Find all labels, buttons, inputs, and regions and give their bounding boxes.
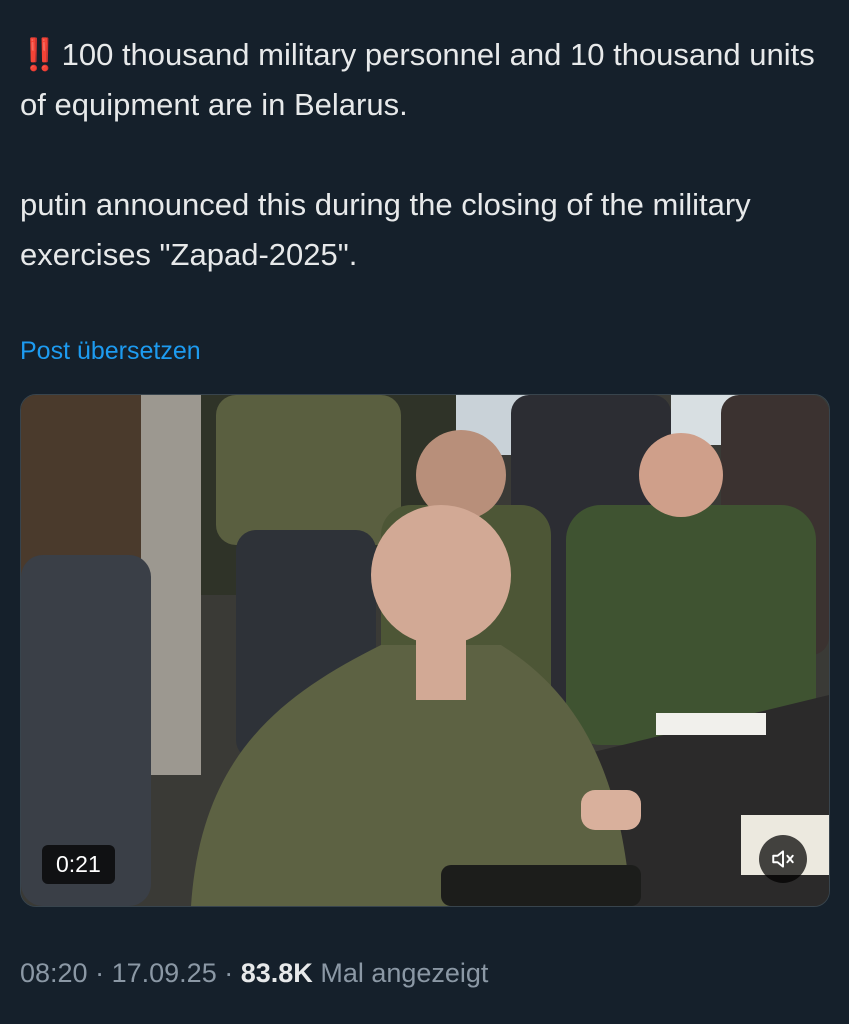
views-label: Mal angezeigt xyxy=(320,958,489,988)
post-line-1: 100 thousand military personnel and 10 t… xyxy=(20,37,824,122)
post-text: ‼️ 100 thousand military personnel and 10… xyxy=(20,30,830,280)
post-date[interactable]: 17.09.25 xyxy=(112,958,217,988)
post-paragraph-1: ‼️ 100 thousand military personnel and 10… xyxy=(20,30,830,130)
video-player[interactable]: 0:21 xyxy=(20,394,830,907)
meta-separator: · xyxy=(95,958,105,988)
video-frame xyxy=(21,395,829,906)
speaker-muted-icon xyxy=(772,850,794,868)
post-body: ‼️ 100 thousand military personnel and 10… xyxy=(20,30,830,280)
post-paragraph-2: putin announced this during the closing … xyxy=(20,187,760,272)
mute-button[interactable] xyxy=(759,835,807,883)
meta-separator-2: · xyxy=(224,958,234,988)
views-count[interactable]: 83.8K xyxy=(241,958,313,988)
double-exclamation-icon: ‼️ xyxy=(20,37,59,72)
translate-post-link[interactable]: Post übersetzen xyxy=(20,337,201,366)
post-meta: 08:20 · 17.09.25 · 83.8K Mal angezeigt xyxy=(20,958,488,989)
post-time[interactable]: 08:20 xyxy=(20,958,88,988)
video-duration-badge: 0:21 xyxy=(42,845,115,884)
